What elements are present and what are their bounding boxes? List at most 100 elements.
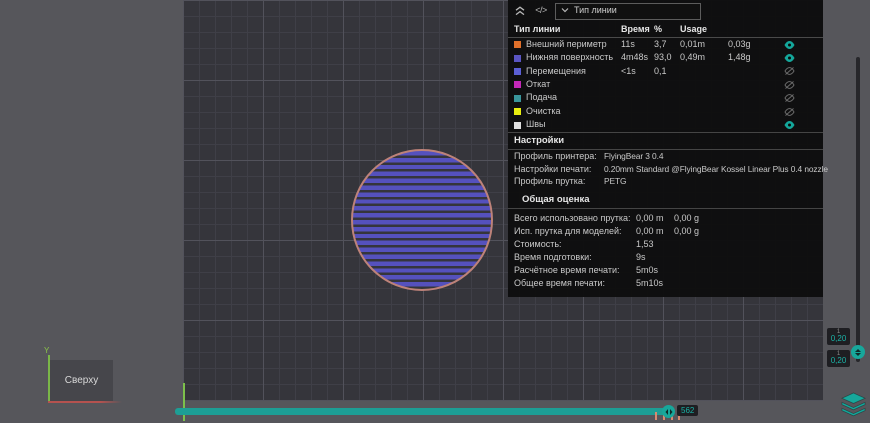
estimate-value2 bbox=[674, 279, 823, 289]
estimate-row: Общее время печати:5m10s bbox=[508, 278, 823, 291]
line-type-usage-g: 1,48g bbox=[728, 53, 778, 63]
line-type-row[interactable]: Внешний периметр11s3,70,01m0,03g bbox=[508, 38, 823, 51]
settings-row: Профиль прутка:PETG bbox=[508, 176, 823, 189]
settings-rows: Профиль принтера:FlyingBear 3 0.4Настрой… bbox=[508, 150, 823, 189]
estimate-value: 0,00 m bbox=[636, 214, 674, 224]
line-type-percent: 0,1 bbox=[654, 67, 680, 77]
estimate-label: Стоимость: bbox=[514, 240, 636, 250]
line-type-row[interactable]: Швы bbox=[508, 118, 823, 131]
color-scheme-value: Тип линии bbox=[574, 6, 617, 16]
estimate-row: Стоимость:1,53 bbox=[508, 238, 823, 251]
line-type-color-swatch bbox=[514, 95, 521, 102]
estimate-label: Время подготовки: bbox=[514, 253, 636, 263]
slicer-preview-viewport: </> Тип линии Тип линии Время % Usage Вн… bbox=[0, 0, 870, 423]
line-type-row[interactable]: Нижняя поверхность4m48s93,00,49m1,48g bbox=[508, 51, 823, 64]
line-type-color-swatch bbox=[514, 108, 521, 115]
line-type-usage-g: 0,03g bbox=[728, 40, 778, 50]
estimate-label: Исп. прутка для моделей: bbox=[514, 227, 636, 237]
estimate-value2: 0,00 g bbox=[674, 227, 823, 237]
estimate-row: Время подготовки:9s bbox=[508, 252, 823, 265]
col-time: Время bbox=[621, 25, 654, 35]
estimate-row: Всего использовано прутка:0,00 m0,00 g bbox=[508, 212, 823, 225]
estimate-value2: 0,00 g bbox=[674, 214, 823, 224]
line-types-header-row: Тип линии Время % Usage bbox=[508, 22, 823, 38]
line-type-color-swatch bbox=[514, 55, 521, 62]
line-type-row[interactable]: Откат bbox=[508, 78, 823, 91]
col-percent: % bbox=[654, 25, 680, 35]
settings-label: Настройки печати: bbox=[514, 165, 604, 175]
layer-slider-track[interactable] bbox=[856, 57, 860, 362]
line-type-time: 11s bbox=[621, 40, 654, 50]
estimate-value: 5m0s bbox=[636, 266, 674, 276]
layer-slider-upper-label: 1 0,20 bbox=[827, 328, 850, 345]
step-slider-handle[interactable] bbox=[662, 405, 675, 418]
eye-off-icon[interactable] bbox=[784, 108, 823, 116]
settings-value: FlyingBear 3 0.4 bbox=[604, 152, 823, 162]
preview-toolbar: </> Тип линии bbox=[508, 0, 823, 22]
estimate-value: 1,53 bbox=[636, 240, 674, 250]
estimate-value2 bbox=[674, 266, 823, 276]
line-type-color-swatch bbox=[514, 41, 521, 48]
printed-model-first-layer[interactable] bbox=[351, 149, 493, 291]
layer-slider-lower-label: 1 0,20 bbox=[827, 350, 850, 367]
settings-value: 0.20mm Standard @FlyingBear Kossel Linea… bbox=[604, 165, 828, 175]
line-type-label: Подача bbox=[526, 93, 621, 103]
settings-section-title: Настройки bbox=[508, 132, 823, 150]
estimate-value: 0,00 m bbox=[636, 227, 674, 237]
eye-off-icon[interactable] bbox=[784, 81, 823, 89]
layer-slider-handle[interactable] bbox=[851, 345, 865, 359]
estimate-label: Всего использовано прутка: bbox=[514, 214, 636, 224]
line-type-usage-m: 0,01m bbox=[680, 40, 728, 50]
settings-label: Профиль принтера: bbox=[514, 152, 604, 162]
estimates-rows: Всего использовано прутка:0,00 m0,00 g Ис… bbox=[508, 209, 823, 296]
line-type-label: Очистка bbox=[526, 107, 621, 117]
eye-icon[interactable] bbox=[784, 121, 823, 129]
retraction-tick bbox=[655, 412, 657, 420]
line-type-row[interactable]: Подача bbox=[508, 92, 823, 105]
eye-off-icon[interactable] bbox=[784, 67, 823, 75]
settings-value: PETG bbox=[604, 177, 823, 187]
line-type-percent: 3,7 bbox=[654, 40, 680, 50]
gcode-code-icon[interactable]: </> bbox=[534, 4, 548, 18]
estimate-label: Общее время печати: bbox=[514, 279, 636, 289]
settings-row: Профиль принтера:FlyingBear 3 0.4 bbox=[508, 150, 823, 163]
step-slider-value: 562 bbox=[677, 405, 698, 416]
line-type-label: Нижняя поверхность bbox=[526, 53, 621, 63]
axis-y-label: Y bbox=[44, 346, 49, 355]
axis-x-line bbox=[48, 401, 122, 403]
line-type-label: Внешний периметр bbox=[526, 40, 621, 50]
estimate-value: 9s bbox=[636, 253, 674, 263]
line-type-label: Швы bbox=[526, 120, 621, 130]
estimate-value2 bbox=[674, 240, 823, 250]
eye-icon[interactable] bbox=[784, 41, 823, 49]
line-type-row[interactable]: Перемещения<1s0,1 bbox=[508, 65, 823, 78]
view-cube: Y Сверху bbox=[44, 346, 126, 408]
layer-height: 0,20 bbox=[827, 357, 850, 365]
line-type-color-swatch bbox=[514, 122, 521, 129]
line-type-color-swatch bbox=[514, 68, 521, 75]
estimates-section-title: Общая оценка bbox=[508, 192, 823, 209]
layer-height: 0,20 bbox=[827, 335, 850, 343]
line-type-label: Откат bbox=[526, 80, 621, 90]
step-slider-bar[interactable] bbox=[175, 408, 669, 415]
chevron-down-icon bbox=[561, 6, 569, 16]
eye-off-icon[interactable] bbox=[784, 94, 823, 102]
line-type-color-swatch bbox=[514, 81, 521, 88]
line-type-row[interactable]: Очистка bbox=[508, 105, 823, 118]
color-scheme-dropdown[interactable]: Тип линии bbox=[555, 3, 701, 20]
settings-label: Профиль прутка: bbox=[514, 177, 604, 187]
estimate-row: Расчётное время печати:5m0s bbox=[508, 265, 823, 278]
col-line-type: Тип линии bbox=[514, 25, 621, 35]
eye-icon[interactable] bbox=[784, 54, 823, 62]
collapse-chevrons-icon[interactable] bbox=[513, 4, 527, 18]
line-type-time: <1s bbox=[621, 67, 654, 77]
line-types-rows: Внешний периметр11s3,70,01m0,03gНижняя п… bbox=[508, 38, 823, 132]
plate-origin-axis-mark bbox=[183, 383, 185, 421]
settings-row: Настройки печати:0.20mm Standard @Flying… bbox=[508, 163, 823, 176]
estimate-label: Расчётное время печати: bbox=[514, 266, 636, 276]
layers-icon[interactable] bbox=[840, 392, 867, 422]
line-type-percent: 93,0 bbox=[654, 53, 680, 63]
estimate-value2 bbox=[674, 253, 823, 263]
line-type-usage-m: 0,49m bbox=[680, 53, 728, 63]
view-cube-top-face[interactable]: Сверху bbox=[50, 360, 113, 401]
